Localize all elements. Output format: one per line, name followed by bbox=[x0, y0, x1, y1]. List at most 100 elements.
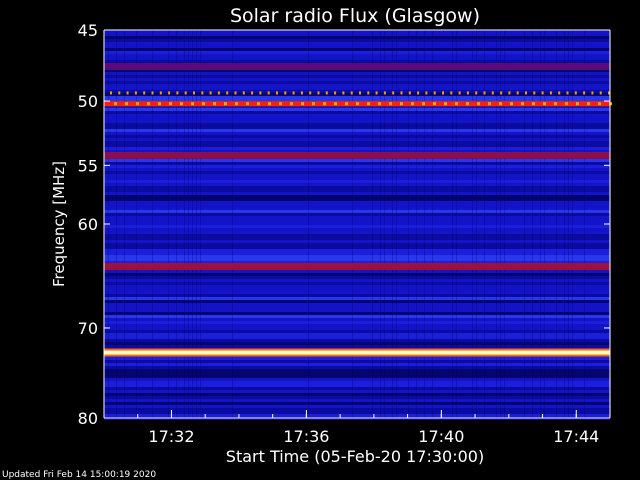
heatmap-row bbox=[104, 207, 610, 210]
heatmap-row bbox=[104, 177, 610, 180]
band-dot bbox=[279, 102, 282, 106]
heatmap-column-texture bbox=[556, 30, 557, 418]
heatmap-column-texture bbox=[432, 30, 433, 418]
heatmap-column-texture bbox=[188, 30, 189, 418]
heatmap-row bbox=[104, 246, 610, 249]
heatmap-row bbox=[104, 126, 610, 129]
band-dot bbox=[466, 91, 469, 95]
heatmap-row bbox=[104, 96, 610, 99]
band-dot bbox=[466, 102, 469, 106]
heatmap-row bbox=[104, 243, 610, 246]
band-dot bbox=[334, 102, 337, 106]
heatmap-row bbox=[104, 141, 610, 144]
heatmap-row bbox=[104, 192, 610, 195]
band-dot bbox=[433, 91, 436, 95]
heatmap-column-texture bbox=[136, 30, 137, 418]
heatmap-row bbox=[104, 393, 610, 396]
heatmap-row bbox=[104, 228, 610, 231]
heatmap-row bbox=[104, 363, 610, 366]
band-dot bbox=[558, 91, 561, 95]
heatmap-column-texture bbox=[384, 30, 385, 418]
heatmap-row bbox=[104, 294, 610, 297]
heatmap-column-texture bbox=[472, 30, 473, 418]
heatmap-row bbox=[104, 213, 610, 216]
heatmap-row bbox=[104, 204, 610, 207]
band-dot bbox=[246, 102, 249, 106]
heatmap-row bbox=[104, 309, 610, 312]
band-dot bbox=[389, 102, 392, 106]
chart-title: Solar radio Flux (Glasgow) bbox=[230, 5, 480, 27]
heatmap-row bbox=[104, 60, 610, 63]
band-dot bbox=[259, 91, 262, 95]
heatmap-row bbox=[104, 129, 610, 132]
heatmap-column-texture bbox=[500, 30, 501, 418]
band bbox=[104, 151, 610, 159]
heatmap-row bbox=[104, 138, 610, 141]
band-dot bbox=[209, 91, 212, 95]
band-dot bbox=[433, 102, 436, 106]
heatmap-column-texture bbox=[116, 30, 117, 418]
heatmap-row bbox=[104, 279, 610, 282]
heatmap-rows bbox=[104, 30, 610, 420]
band-dot bbox=[442, 91, 444, 95]
heatmap-column-texture bbox=[452, 30, 453, 418]
band-dot bbox=[342, 91, 345, 95]
band-dot bbox=[383, 91, 386, 95]
heatmap-row bbox=[104, 315, 610, 318]
heatmap-column-texture bbox=[408, 30, 409, 418]
heatmap-column-texture bbox=[184, 30, 185, 418]
heatmap-column-texture bbox=[524, 30, 525, 418]
heatmap-row bbox=[104, 411, 610, 414]
heatmap-row bbox=[104, 234, 610, 237]
heatmap-row bbox=[104, 303, 610, 306]
band-dot bbox=[483, 91, 486, 95]
band bbox=[104, 262, 610, 270]
band-dot bbox=[292, 91, 295, 95]
heatmap-row bbox=[104, 390, 610, 393]
band-dot bbox=[235, 102, 238, 106]
band-dot bbox=[147, 102, 150, 106]
band-dot bbox=[576, 102, 579, 106]
band-dot bbox=[532, 102, 535, 106]
heatmap-column-texture bbox=[416, 30, 417, 418]
band-dot bbox=[554, 102, 557, 106]
heatmap-column-texture bbox=[168, 30, 169, 418]
heatmap-row bbox=[104, 357, 610, 360]
heatmap-row bbox=[104, 186, 610, 189]
heatmap-row bbox=[104, 111, 610, 114]
heatmap-row bbox=[104, 48, 610, 51]
band-dot bbox=[118, 91, 121, 95]
band-dot bbox=[541, 91, 544, 95]
band-dot bbox=[202, 102, 205, 106]
heatmap-column-texture bbox=[564, 30, 565, 418]
heatmap-column-texture bbox=[568, 30, 569, 418]
heatmap-row bbox=[104, 345, 610, 348]
band-dot bbox=[251, 91, 254, 95]
band-dot bbox=[566, 91, 569, 95]
band-dot bbox=[201, 91, 204, 95]
band-dot bbox=[500, 91, 503, 95]
y-tick-label: 80 bbox=[78, 409, 98, 428]
heatmap-row bbox=[104, 378, 610, 381]
band-dot bbox=[598, 102, 601, 106]
band-dot bbox=[375, 91, 378, 95]
band-dot bbox=[510, 102, 513, 106]
band-dot bbox=[543, 102, 546, 106]
band-dot bbox=[444, 102, 447, 106]
band-dot bbox=[499, 102, 502, 106]
band-dot bbox=[301, 102, 304, 106]
band-dot bbox=[516, 91, 519, 95]
band-dot bbox=[125, 102, 128, 106]
band-dot bbox=[408, 91, 411, 95]
heatmap-row bbox=[104, 225, 610, 228]
band-dot bbox=[521, 102, 524, 106]
heatmap-row bbox=[104, 195, 610, 198]
heatmap-column-texture bbox=[456, 30, 457, 418]
heatmap-row bbox=[104, 339, 610, 342]
heatmap-column-texture bbox=[484, 30, 485, 418]
heatmap-row bbox=[104, 240, 610, 243]
band-dot bbox=[184, 91, 187, 95]
heatmap-column-texture bbox=[372, 30, 373, 418]
x-tick-label: 17:44 bbox=[553, 427, 599, 446]
band-dot bbox=[317, 91, 320, 95]
